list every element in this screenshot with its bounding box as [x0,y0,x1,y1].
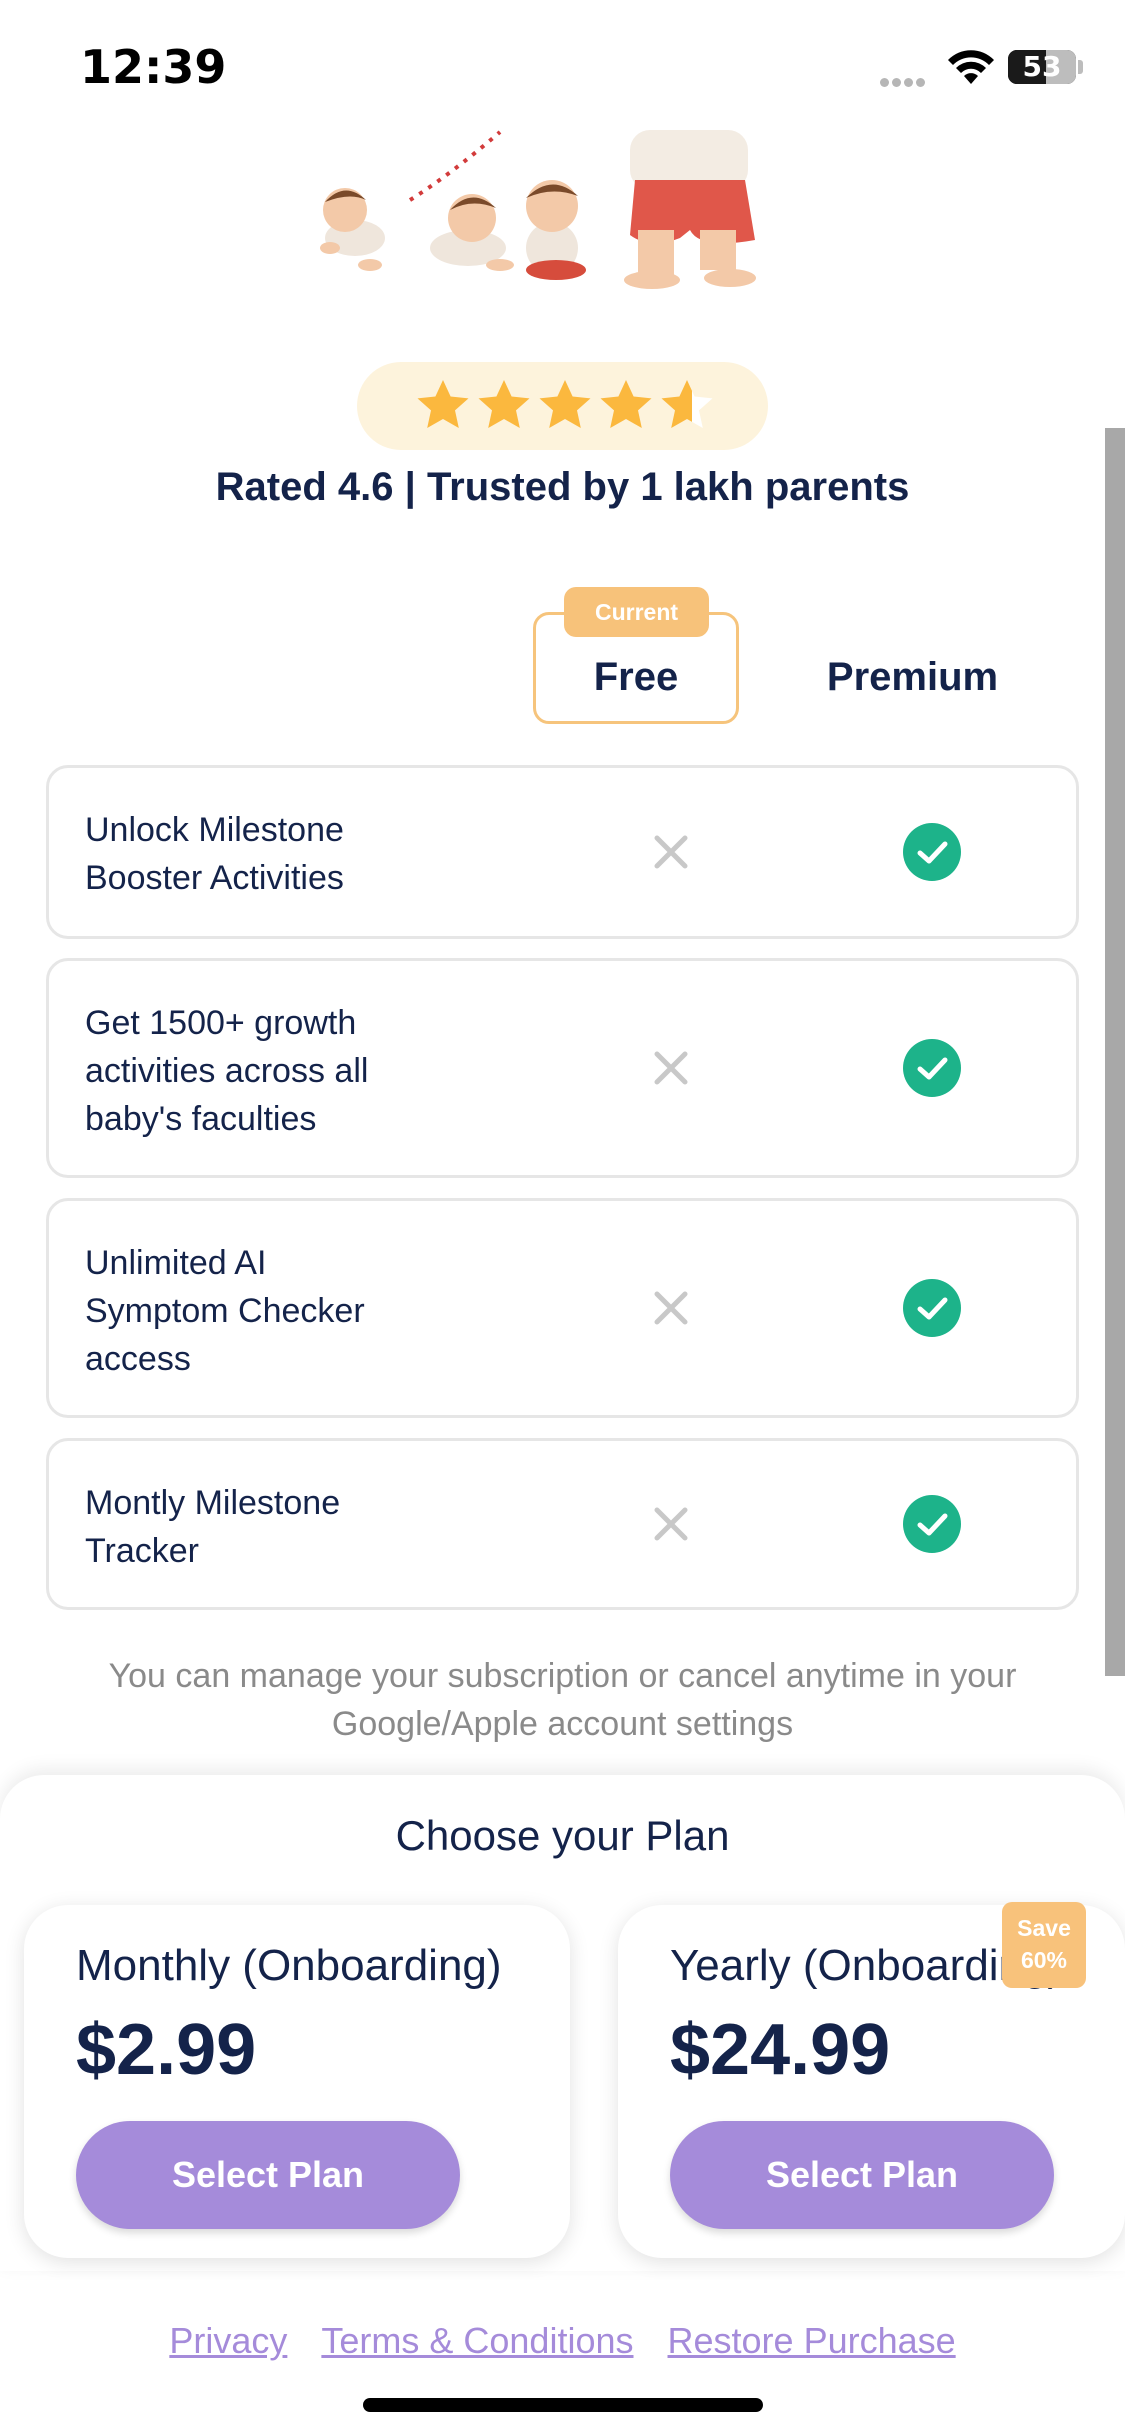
wifi-icon [948,50,994,84]
close-icon [654,835,688,869]
feature-row: Unlimited AI Symptom Checker access [46,1198,1079,1418]
close-icon [654,1291,688,1325]
cellular-signal-icon [880,74,928,92]
battery-level: 53 [1022,50,1062,83]
rating-stars [357,362,768,450]
check-circle-icon [903,1495,961,1553]
privacy-link[interactable]: Privacy [169,2320,287,2361]
feature-label: Unlock Milestone Booster Activities [85,806,465,902]
feature-label: Unlimited AI Symptom Checker access [85,1239,465,1383]
feature-line: Unlock Milestone [85,811,344,849]
feature-line: Booster Activities [85,859,344,897]
feature-line: access [85,1340,191,1378]
feature-line: Tracker [85,1532,199,1570]
plan-price: $2.99 [76,2010,257,2090]
plan-title: Choose your Plan [395,1812,730,1859]
plan-price: $24.99 [670,2010,891,2090]
status-bar: 12:39 53 [0,0,1125,130]
subscription-note: You can manage your subscription or canc… [108,1657,1017,1743]
footer-links: Privacy Terms & Conditions Restore Purch… [0,2320,1125,2362]
baby-growth-illustration [320,130,756,289]
feature-line: Symptom Checker [85,1292,365,1330]
feature-label: Get 1500+ growth activities across all bab… [85,999,465,1143]
feature-line: Unlimited AI [85,1244,267,1282]
restore-purchase-link[interactable]: Restore Purchase [668,2320,956,2361]
select-yearly-plan-button[interactable]: Select Plan [670,2121,1054,2229]
battery-tip [1078,60,1083,74]
scrollbar[interactable] [1105,428,1125,1676]
select-monthly-plan-button[interactable]: Select Plan [76,2121,460,2229]
feature-row: Get 1500+ growth activities across all bab… [46,958,1079,1178]
check-circle-icon [903,1039,961,1097]
free-label: Free [593,655,679,699]
paywall-screen: 12:39 53 Rated 4.6 | Trusted by 1 lakh p… [0,0,1125,2436]
feature-line: Get 1500+ growth [85,1004,357,1042]
status-time: 12:39 [80,40,227,94]
save-badge: Save 60% [1002,1902,1086,1988]
close-icon [654,1507,688,1541]
check-circle-icon [903,823,961,881]
feature-line: activities across all [85,1052,369,1090]
monthly-plan-card[interactable]: Monthly (Onboarding) $2.99 Select Plan [24,1905,570,2258]
feature-label: Montly Milestone Tracker [85,1479,465,1575]
plan-name: Monthly (Onboarding) [76,1941,502,1990]
save-badge-text: Save 60% [1017,1915,1071,1973]
terms-link[interactable]: Terms & Conditions [321,2320,633,2361]
battery-icon: 53 [1008,50,1076,84]
premium-label: Premium [826,655,999,699]
feature-line: baby's faculties [85,1100,317,1138]
feature-row: Montly Milestone Tracker [46,1438,1079,1610]
current-badge: Current [564,587,709,637]
home-indicator[interactable] [363,2398,763,2412]
star-rating-icon [417,380,712,428]
feature-row: Unlock Milestone Booster Activities [46,765,1079,939]
close-icon [654,1051,688,1085]
feature-line: Montly Milestone [85,1484,341,1522]
rating-text: Rated 4.6 | Trusted by 1 lakh parents [215,465,910,509]
check-circle-icon [903,1279,961,1337]
